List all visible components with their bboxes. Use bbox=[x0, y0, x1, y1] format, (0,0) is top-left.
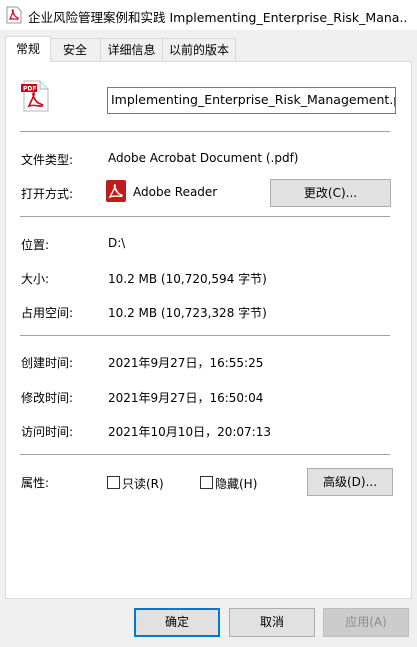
change-button[interactable]: 更改(C)... bbox=[270, 179, 391, 207]
location-label: 位置: bbox=[21, 238, 50, 252]
tab-details[interactable]: 详细信息 bbox=[100, 38, 163, 61]
apply-button[interactable]: 应用(A) bbox=[323, 608, 409, 637]
separator bbox=[20, 216, 390, 217]
size-value: 10.2 MB (10,720,594 字节) bbox=[108, 272, 267, 286]
opens-with-value: Adobe Reader bbox=[133, 185, 218, 199]
separator bbox=[20, 335, 390, 336]
file-type-label: 文件类型: bbox=[21, 153, 74, 167]
adobe-reader-icon bbox=[106, 180, 126, 202]
svg-text:PDF: PDF bbox=[23, 86, 36, 93]
advanced-button[interactable]: 高级(D)... bbox=[307, 468, 393, 496]
readonly-label[interactable]: 只读(R) bbox=[122, 475, 164, 492]
accessed-label: 访问时间: bbox=[21, 425, 74, 439]
tab-general[interactable]: 常规 bbox=[5, 36, 51, 62]
accessed-value: 2021年10月10日，20:07:13 bbox=[108, 425, 271, 439]
location-value: D:\ bbox=[108, 236, 126, 250]
pdf-file-icon bbox=[6, 6, 22, 24]
separator bbox=[20, 454, 390, 455]
tab-previous-versions[interactable]: 以前的版本 bbox=[162, 38, 236, 61]
size-label: 大小: bbox=[21, 272, 50, 286]
modified-label: 修改时间: bbox=[21, 391, 74, 405]
opens-with-label: 打开方式: bbox=[21, 187, 74, 201]
readonly-checkbox[interactable] bbox=[107, 476, 120, 489]
size-on-disk-label: 占用空间: bbox=[21, 306, 74, 320]
created-label: 创建时间: bbox=[21, 356, 74, 370]
filename-input[interactable]: Implementing_Enterprise_Risk_Management.… bbox=[107, 87, 396, 114]
created-value: 2021年9月27日，16:55:25 bbox=[108, 356, 264, 370]
cancel-button[interactable]: 取消 bbox=[229, 608, 315, 637]
pdf-document-icon: PDF bbox=[21, 80, 49, 112]
size-on-disk-value: 10.2 MB (10,723,328 字节) bbox=[108, 306, 267, 320]
hidden-label[interactable]: 隐藏(H) bbox=[215, 475, 257, 492]
tab-security[interactable]: 安全 bbox=[49, 38, 101, 61]
attributes-label: 属性: bbox=[21, 476, 50, 490]
title-bar: 企业风险管理案例和实践 Implementing_Enterprise_Risk… bbox=[0, 0, 417, 30]
window-title: 企业风险管理案例和实践 Implementing_Enterprise_Risk… bbox=[28, 10, 408, 25]
hidden-checkbox[interactable] bbox=[200, 476, 213, 489]
file-type-value: Adobe Acrobat Document (.pdf) bbox=[108, 151, 299, 165]
ok-button[interactable]: 确定 bbox=[134, 608, 220, 637]
general-panel: PDF Implementing_Enterprise_Risk_Managem… bbox=[5, 61, 412, 599]
separator bbox=[20, 131, 390, 132]
modified-value: 2021年9月27日，16:50:04 bbox=[108, 391, 264, 405]
